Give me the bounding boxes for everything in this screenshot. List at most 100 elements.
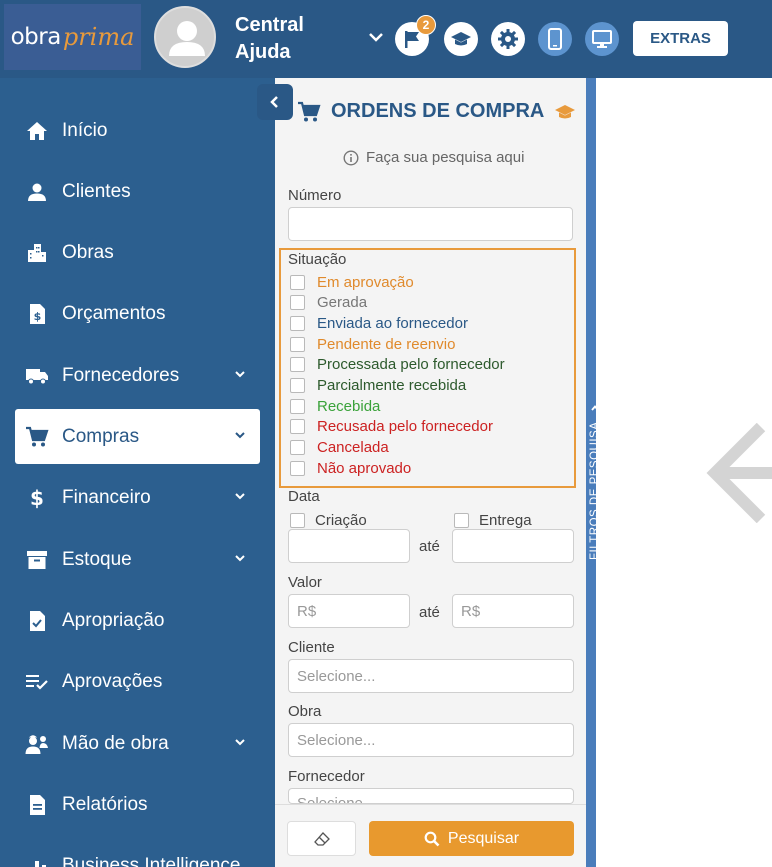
sidebar-item-mao-de-obra[interactable]: Mão de obra	[15, 716, 260, 771]
checkbox[interactable]	[290, 440, 305, 456]
valor-max-input[interactable]: R$	[452, 594, 574, 628]
sidebar-item-compras[interactable]: Compras	[15, 409, 260, 464]
entrega-checkbox[interactable]: Entrega	[454, 512, 532, 529]
data-end-input[interactable]	[452, 529, 574, 563]
fornecedor-select[interactable]: Selecione...	[288, 788, 574, 804]
page-title-text: ORDENS DE COMPRA	[331, 100, 545, 122]
truck-icon	[25, 364, 49, 388]
checkbox[interactable]	[290, 357, 305, 373]
logo-text-obra: obra	[10, 24, 62, 50]
document-icon	[25, 793, 49, 817]
sidebar-item-inicio[interactable]: Início	[15, 103, 260, 158]
sidebar-item-label: Financeiro	[62, 486, 151, 508]
desktop-button[interactable]	[585, 22, 619, 56]
situacao-option-label: Em aprovação	[317, 273, 414, 291]
sidebar-item-apropriacao[interactable]: Apropriação	[15, 593, 260, 648]
checkbox[interactable]	[290, 419, 305, 435]
cliente-select[interactable]: Selecione...	[288, 659, 574, 693]
chevron-left-icon	[270, 96, 278, 108]
sidebar-item-label: Apropriação	[62, 609, 165, 631]
checkbox[interactable]	[290, 378, 305, 393]
valor-min-input[interactable]: R$	[288, 594, 410, 628]
situacao-option-label: Recebida	[317, 397, 381, 415]
sidebar-item-estoque[interactable]: Estoque	[15, 532, 260, 587]
checkbox[interactable]	[290, 274, 305, 290]
collapse-sidebar-button[interactable]	[257, 84, 293, 120]
situacao-option[interactable]: Não aprovado	[290, 458, 411, 478]
situacao-option-label: Cancelada	[317, 439, 389, 457]
situacao-option-label: Recusada pelo fornecedor	[317, 418, 493, 436]
settings-button[interactable]	[491, 22, 525, 56]
sidebar-item-label: Relatórios	[62, 793, 148, 815]
eraser-icon	[313, 831, 330, 846]
sidebar-item-label: Obras	[62, 241, 114, 263]
gear-icon	[498, 29, 518, 49]
sidebar-item-clientes[interactable]: Clientes	[15, 164, 260, 219]
sidebar-item-label: Compras	[62, 425, 140, 447]
data-start-input[interactable]	[288, 529, 410, 563]
checkbox[interactable]	[290, 295, 305, 311]
chevron-down-icon[interactable]	[367, 28, 385, 46]
situacao-option[interactable]: Gerada	[290, 293, 367, 313]
list-check-icon	[25, 670, 49, 694]
situacao-option[interactable]: Parcialmente recebida	[290, 376, 466, 396]
situacao-option-label: Não aprovado	[317, 459, 412, 477]
checkbox[interactable]	[290, 336, 305, 352]
graduation-cap-icon[interactable]	[554, 102, 576, 122]
graduation-cap-icon	[451, 32, 471, 46]
sidebar-item-relatorios[interactable]: Relatórios	[15, 777, 260, 832]
situacao-option[interactable]: Recusada pelo fornecedor	[290, 417, 493, 437]
bar-chart-icon	[25, 854, 49, 867]
sidebar-item-business-intelligence[interactable]: Business Intelligence	[15, 838, 260, 867]
situacao-option-label: Gerada	[317, 294, 368, 312]
situacao-option-label: Pendente de reenvio	[317, 335, 456, 353]
situacao-option[interactable]: Cancelada	[290, 438, 389, 458]
situacao-option[interactable]: Processada pelo fornecedor	[290, 355, 505, 375]
smartphone-icon	[548, 28, 562, 50]
situacao-option[interactable]: Em aprovação	[290, 272, 414, 292]
obra-select[interactable]: Selecione...	[288, 723, 574, 757]
checkbox[interactable]	[290, 398, 305, 414]
situacao-option-label: Processada pelo fornecedor	[317, 356, 505, 374]
mobile-app-button[interactable]	[538, 22, 572, 56]
cliente-label: Cliente	[288, 639, 335, 656]
sidebar-item-fornecedores[interactable]: Fornecedores	[15, 348, 260, 403]
numero-label: Número	[288, 187, 342, 204]
obraprima-logo[interactable]: obra prima	[4, 4, 141, 70]
numero-input[interactable]	[288, 207, 573, 241]
situacao-option[interactable]: Pendente de reenvio	[290, 334, 455, 354]
svg-text:$: $	[30, 487, 44, 509]
search-button[interactable]: Pesquisar	[369, 821, 574, 856]
checkbox[interactable]	[290, 315, 305, 331]
clear-filters-button[interactable]	[287, 821, 356, 856]
checkbox[interactable]	[454, 513, 469, 528]
dollar-icon: $	[25, 486, 49, 510]
situacao-option[interactable]: Enviada ao fornecedor	[290, 313, 468, 333]
file-check-icon	[25, 609, 49, 633]
sidebar-item-label: Mão de obra	[62, 732, 169, 754]
sidebar-item-obras[interactable]: Obras	[15, 225, 260, 280]
user-name[interactable]: Central Ajuda	[235, 12, 325, 66]
sidebar-item-aprovacoes[interactable]: Aprovações	[15, 654, 260, 709]
situacao-option-label: Enviada ao fornecedor	[317, 314, 468, 332]
top-header: obra prima Central Ajuda 2 EXTRAS	[0, 0, 772, 78]
arrow-left-icon	[706, 423, 772, 523]
page-title: ORDENS DE COMPRA	[297, 100, 576, 123]
chevron-down-icon	[235, 739, 245, 746]
checkbox[interactable]	[290, 460, 305, 476]
sidebar-item-orcamentos[interactable]: $ Orçamentos	[15, 286, 260, 341]
situacao-option[interactable]: Recebida	[290, 396, 380, 416]
sidebar-item-financeiro[interactable]: $ Financeiro	[15, 470, 260, 525]
info-icon	[343, 149, 359, 166]
search-hint: Faça sua pesquisa aqui	[343, 149, 524, 166]
chevron-down-icon	[235, 432, 245, 439]
avatar[interactable]	[154, 6, 216, 68]
main-content	[596, 78, 772, 867]
checkbox[interactable]	[290, 513, 305, 528]
criacao-checkbox[interactable]: Criação	[290, 512, 367, 529]
entrega-label: Entrega	[479, 512, 532, 529]
panel-footer: Pesquisar	[275, 804, 586, 867]
extras-button[interactable]: EXTRAS	[633, 21, 728, 56]
training-button[interactable]	[444, 22, 478, 56]
sidebar-item-label: Fornecedores	[62, 364, 180, 386]
